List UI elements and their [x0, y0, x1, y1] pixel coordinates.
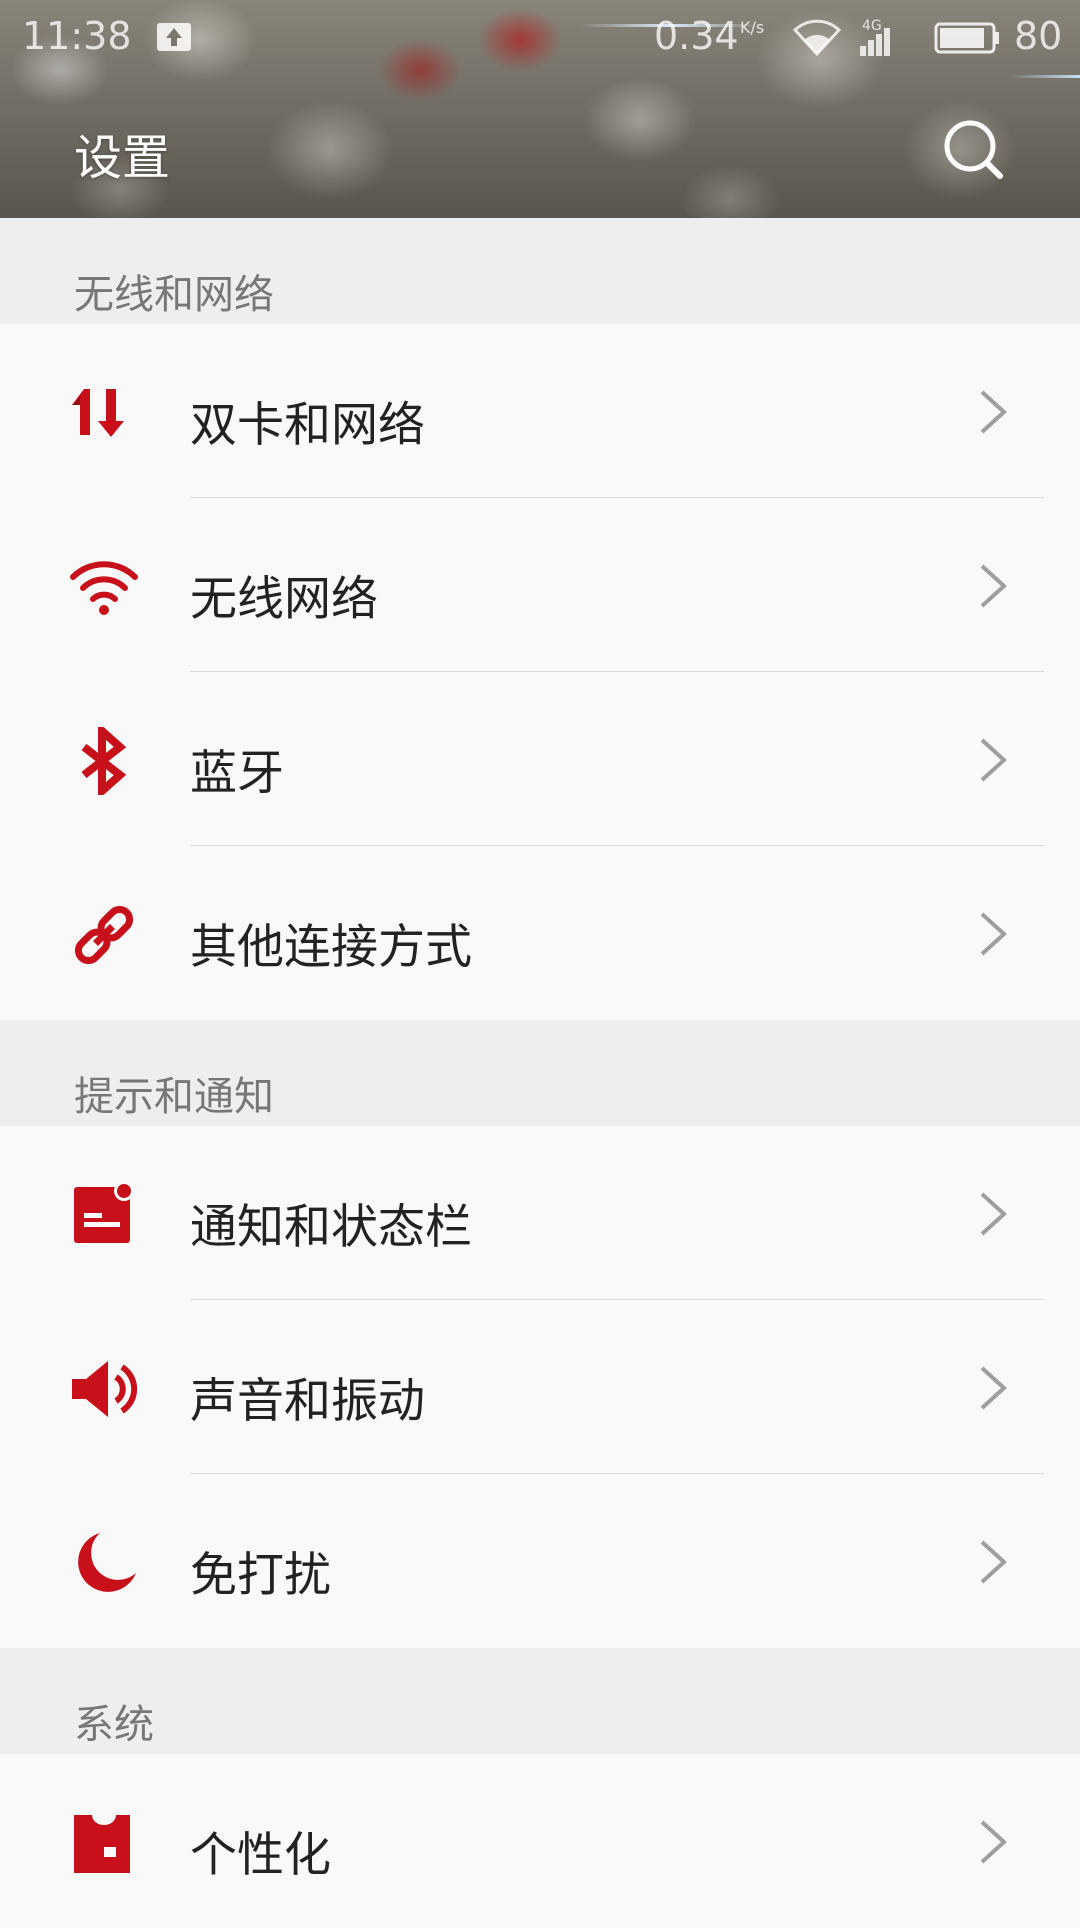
chevron-right-icon [980, 1820, 1007, 1864]
header-banner: 11:38 0.34 K/s 4G 80 设置 [0, 0, 1080, 218]
settings-item-dual-sim[interactable]: 双卡和网络 [0, 324, 1080, 498]
chevron-right-icon [980, 1540, 1007, 1584]
chevron-right-icon [980, 564, 1007, 608]
status-time: 11:38 [22, 14, 132, 58]
settings-item-bluetooth[interactable]: 蓝牙 [0, 672, 1080, 846]
section-header-notifications: 提示和通知 [0, 1020, 1080, 1126]
chevron-right-icon [980, 912, 1007, 956]
settings-item-notification-bar[interactable]: 通知和状态栏 [0, 1126, 1080, 1300]
shirt-icon [74, 1815, 130, 1873]
settings-item-label: 双卡和网络 [190, 398, 425, 453]
settings-item-other-connections[interactable]: 其他连接方式 [0, 846, 1080, 1020]
status-bar: 11:38 0.34 K/s 4G 80 [0, 0, 1080, 72]
battery-icon [934, 22, 999, 54]
link-icon [74, 905, 134, 965]
chevron-right-icon [980, 1192, 1007, 1236]
wifi-status-icon [792, 19, 842, 56]
page-title: 设置 [74, 130, 171, 186]
settings-item-personalization[interactable]: 个性化 [0, 1754, 1080, 1928]
status-net-speed: 0.34 [654, 14, 739, 58]
section-title: 系统 [74, 1702, 154, 1748]
settings-item-label: 个性化 [190, 1828, 331, 1883]
notification-icon [74, 1181, 134, 1243]
settings-item-do-not-disturb[interactable]: 免打扰 [0, 1474, 1080, 1648]
settings-item-label: 蓝牙 [190, 746, 284, 801]
settings-item-wifi[interactable]: 无线网络 [0, 498, 1080, 672]
section-header-wireless: 无线和网络 [0, 218, 1080, 324]
dual-sim-icon [72, 389, 124, 437]
bluetooth-icon [81, 727, 127, 795]
settings-item-label: 声音和振动 [190, 1374, 425, 1429]
section-title: 无线和网络 [74, 272, 274, 318]
chevron-right-icon [980, 738, 1007, 782]
chevron-right-icon [980, 390, 1007, 434]
speaker-icon [72, 1361, 138, 1417]
wifi-icon [70, 561, 138, 615]
header-light-streak [1010, 75, 1080, 78]
settings-item-label: 免打扰 [190, 1548, 331, 1603]
status-net-speed-unit: K/s [740, 18, 765, 37]
settings-item-sound-vibration[interactable]: 声音和振动 [0, 1300, 1080, 1474]
search-icon[interactable] [940, 116, 1006, 182]
signal-type-label: 4G [862, 18, 882, 34]
moon-icon [78, 1533, 136, 1592]
section-title: 提示和通知 [74, 1074, 274, 1120]
settings-item-label: 通知和状态栏 [190, 1200, 472, 1255]
settings-item-label: 无线网络 [190, 572, 378, 627]
settings-item-label: 其他连接方式 [190, 920, 472, 975]
section-header-system: 系统 [0, 1648, 1080, 1754]
battery-percent: 80 [1014, 14, 1063, 58]
chevron-right-icon [980, 1366, 1007, 1410]
upload-notification-icon [157, 23, 191, 51]
